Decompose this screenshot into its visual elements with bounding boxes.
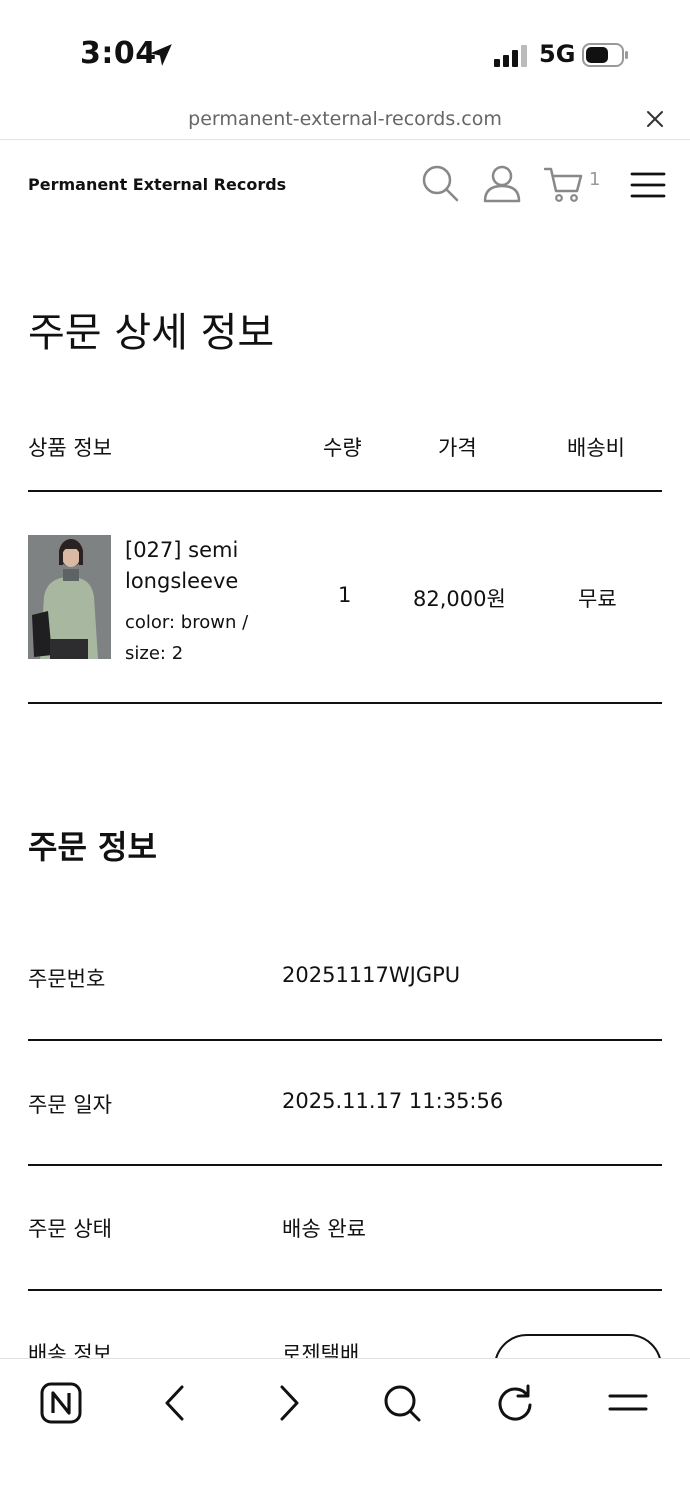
- product-shipping-fee: 무료: [578, 587, 617, 611]
- location-arrow-icon: [150, 44, 172, 66]
- cart-count-badge: 1: [589, 169, 601, 190]
- info-divider: [28, 1039, 662, 1041]
- table-divider: [28, 702, 662, 704]
- menu-icon[interactable]: [606, 1381, 650, 1425]
- back-icon[interactable]: [153, 1381, 197, 1425]
- hamburger-menu-icon[interactable]: [628, 163, 668, 203]
- product-quantity: 1: [338, 583, 352, 607]
- col-header-product: 상품 정보: [28, 436, 112, 460]
- product-options: color: brown / size: 2: [125, 612, 249, 664]
- forward-icon[interactable]: [267, 1381, 311, 1425]
- naver-home-icon[interactable]: [39, 1381, 83, 1425]
- network-type: 5G: [539, 40, 576, 68]
- product-name[interactable]: [027] semi longsleeve: [125, 535, 295, 597]
- order-date-label: 주문 일자: [28, 1093, 112, 1117]
- cellular-signal-icon: [494, 45, 527, 67]
- page-title: 주문 상세 정보: [28, 310, 275, 356]
- status-time: 3:04: [80, 36, 157, 71]
- info-divider: [28, 1289, 662, 1291]
- info-divider: [28, 1164, 662, 1166]
- order-info-title: 주문 정보: [28, 828, 157, 866]
- product-price: 82,000원: [413, 587, 506, 611]
- order-status-label: 주문 상태: [28, 1217, 112, 1241]
- close-icon[interactable]: [644, 108, 666, 130]
- url-text[interactable]: permanent-external-records.com: [0, 108, 690, 130]
- order-status-value: 배송 완료: [282, 1217, 366, 1241]
- url-bar[interactable]: permanent-external-records.com: [0, 100, 690, 140]
- status-bar: 3:04 5G: [0, 0, 690, 100]
- order-number-label: 주문번호: [28, 967, 106, 991]
- brand-logo[interactable]: Permanent External Records: [28, 175, 286, 194]
- site-header: Permanent External Records 1: [0, 141, 690, 231]
- cart-icon[interactable]: [544, 163, 584, 203]
- search-icon[interactable]: [420, 163, 460, 203]
- browser-toolbar: [0, 1358, 690, 1500]
- col-header-price: 가격: [438, 436, 477, 460]
- order-date-value: 2025.11.17 11:35:56: [282, 1089, 504, 1113]
- reload-icon[interactable]: [493, 1381, 537, 1425]
- search-icon[interactable]: [380, 1381, 424, 1425]
- order-number-value: 20251117WJGPU: [282, 963, 461, 987]
- battery-icon: [582, 43, 628, 67]
- product-thumbnail[interactable]: [28, 535, 111, 659]
- user-icon[interactable]: [482, 163, 522, 203]
- col-header-quantity: 수량: [323, 436, 362, 460]
- col-header-shipping: 배송비: [567, 436, 625, 460]
- table-divider: [28, 490, 662, 492]
